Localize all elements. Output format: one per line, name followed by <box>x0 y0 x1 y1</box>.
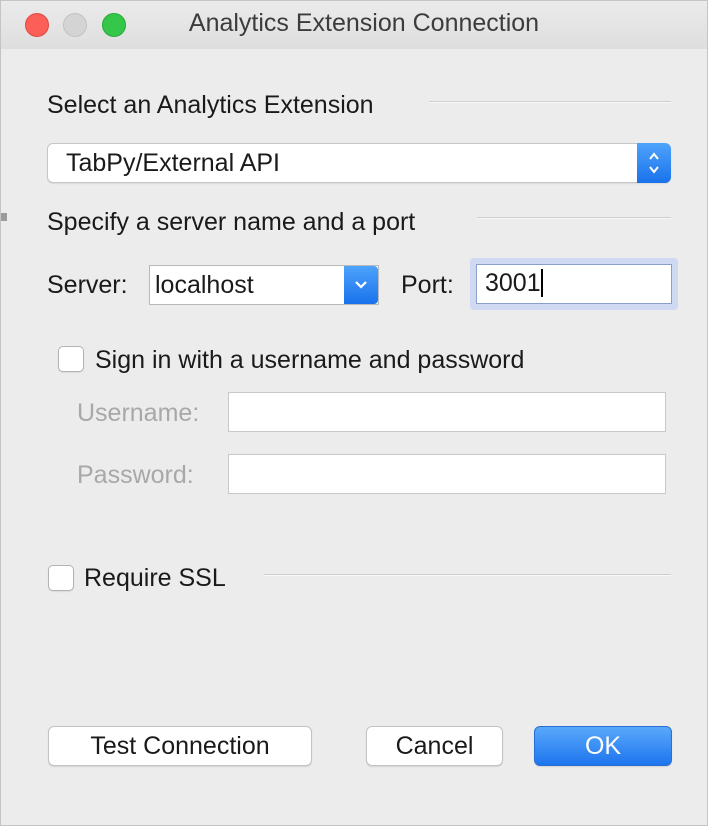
server-section-divider <box>477 217 671 219</box>
require-ssl-label[interactable]: Require SSL <box>84 564 226 593</box>
password-label: Password: <box>77 461 194 489</box>
extension-section-divider <box>429 101 671 103</box>
username-field[interactable] <box>228 392 666 432</box>
port-value: 3001 <box>485 269 541 297</box>
chevron-down-icon[interactable] <box>344 266 378 304</box>
dialog-window: Analytics Extension Connection Select an… <box>0 0 708 826</box>
port-input-focus-ring: 3001 <box>470 258 678 310</box>
sign-in-checkbox-label[interactable]: Sign in with a username and password <box>95 346 524 375</box>
username-label: Username: <box>77 399 200 427</box>
server-combobox[interactable]: localhost <box>149 265 379 305</box>
ssl-divider <box>264 574 671 576</box>
server-value: localhost <box>155 271 254 299</box>
cancel-button[interactable]: Cancel <box>366 726 503 766</box>
test-connection-button[interactable]: Test Connection <box>48 726 312 766</box>
window-title: Analytics Extension Connection <box>188 9 540 37</box>
analytics-extension-select[interactable]: TabPy/External API <box>47 143 671 183</box>
analytics-extension-value: TabPy/External API <box>66 149 281 177</box>
select-stepper-icon <box>637 143 671 183</box>
password-field[interactable] <box>228 454 666 494</box>
text-caret <box>540 269 543 297</box>
ok-button[interactable]: OK <box>534 726 672 766</box>
port-input[interactable]: 3001 <box>476 264 672 304</box>
server-section-label: Specify a server name and a port <box>47 208 416 236</box>
title-bar: Analytics Extension Connection <box>1 1 707 49</box>
sign-in-checkbox[interactable] <box>58 346 84 372</box>
port-label: Port: <box>401 271 454 299</box>
server-label: Server: <box>47 271 128 299</box>
extension-section-label: Select an Analytics Extension <box>47 91 374 119</box>
edge-marker <box>1 213 7 221</box>
require-ssl-checkbox[interactable] <box>48 565 74 591</box>
